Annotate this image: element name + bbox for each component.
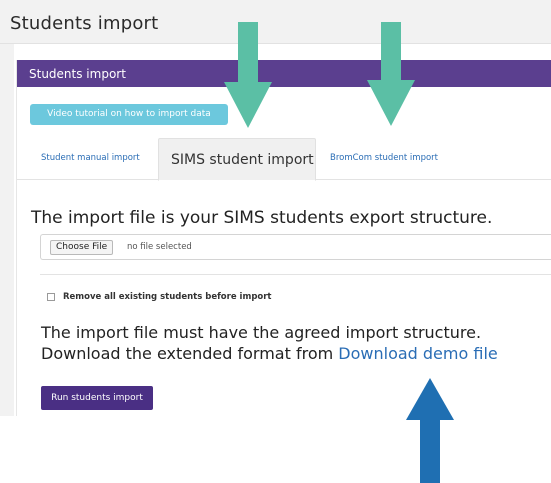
tab-student-manual-import[interactable]: Student manual import — [31, 138, 157, 180]
panel-title: Students import — [29, 67, 126, 81]
tab-label: BromCom student import — [330, 153, 438, 163]
choose-file-button[interactable]: Choose File — [50, 240, 114, 255]
panel-header: Students import — [17, 60, 551, 87]
left-rail — [0, 44, 14, 416]
download-demo-file-link[interactable]: Download demo file — [338, 344, 497, 363]
students-import-panel: Students import Video tutorial on how to… — [16, 60, 551, 416]
run-students-import-button[interactable]: Run students import — [41, 386, 153, 410]
divider — [40, 274, 551, 275]
tab-sims-student-import[interactable]: SIMS student import — [158, 138, 316, 181]
file-status: no file selected — [127, 242, 192, 252]
video-tutorial-button[interactable]: Video tutorial on how to import data — [30, 104, 228, 125]
arrow-up-icon — [406, 378, 454, 483]
info-text-prefix: Download the extended format from — [41, 344, 339, 363]
tab-label: Student manual import — [41, 153, 140, 163]
import-heading: The import file is your SIMS students ex… — [31, 208, 493, 228]
import-tabs: Student manual import SIMS student impor… — [17, 138, 551, 181]
file-input[interactable]: Choose File no file selected — [40, 234, 551, 260]
tab-label: SIMS student import — [171, 152, 314, 168]
page-header: Students import — [0, 0, 551, 44]
tab-bromcom-student-import[interactable]: BromCom student import — [322, 138, 462, 180]
remove-existing-label: Remove all existing students before impo… — [63, 292, 272, 302]
remove-existing-checkbox[interactable] — [47, 293, 55, 301]
arrow-down-icon — [224, 22, 272, 128]
page-title: Students import — [10, 13, 159, 34]
info-text-line1: The import file must have the agreed imp… — [41, 323, 482, 342]
info-text-line2: Download the extended format from Downlo… — [41, 344, 498, 363]
arrow-down-icon — [367, 22, 415, 126]
